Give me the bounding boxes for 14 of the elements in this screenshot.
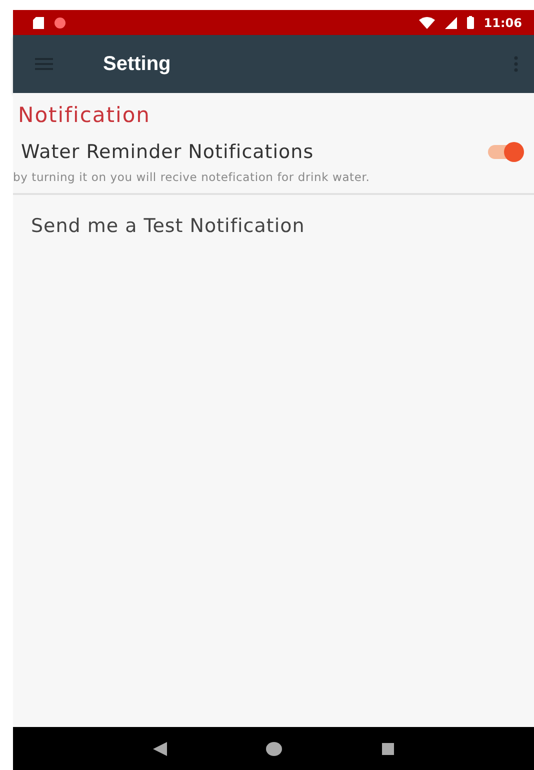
battery-icon xyxy=(466,16,474,29)
test-notification-button[interactable]: Send me a Test Notification xyxy=(13,195,534,249)
home-icon[interactable] xyxy=(266,742,282,756)
wifi-icon xyxy=(418,16,435,28)
back-icon[interactable] xyxy=(152,742,167,756)
recents-icon[interactable] xyxy=(382,742,394,754)
setting-label: Water Reminder Notifications xyxy=(21,141,315,163)
status-time: 11:06 xyxy=(484,16,522,30)
setting-description: by turning it on you will recive notefication for drink water. xyxy=(13,169,371,186)
notification-dot-icon xyxy=(54,16,66,28)
screen-title: Setting xyxy=(103,52,172,76)
section-title: Notification xyxy=(18,103,152,127)
signal-icon xyxy=(444,16,457,28)
sd-card-icon xyxy=(33,16,44,28)
